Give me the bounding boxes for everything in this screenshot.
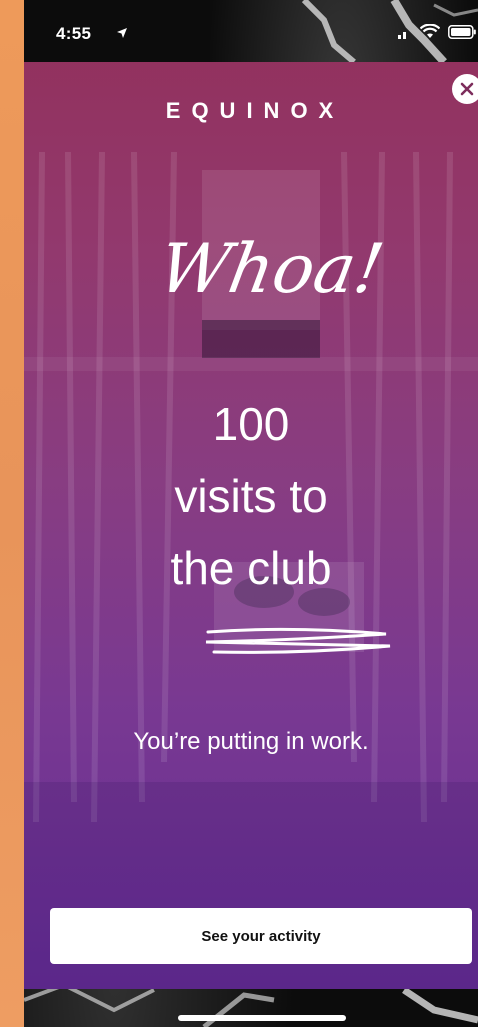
location-arrow-icon bbox=[117, 28, 127, 38]
see-activity-button[interactable]: See your activity bbox=[50, 908, 472, 964]
achievement-modal: EQUINOX Whoa! 100 visits to the club You… bbox=[24, 62, 478, 989]
status-time: 4:55 bbox=[56, 24, 92, 43]
left-edge-strip bbox=[0, 0, 24, 1027]
battery-icon bbox=[448, 25, 476, 39]
status-bar: 4:55 bbox=[24, 0, 478, 62]
headline-line-2: visits to bbox=[174, 470, 328, 522]
milestone-headline: 100 visits to the club bbox=[24, 388, 478, 604]
underline-squiggle bbox=[205, 627, 391, 654]
headline-line-1: 100 bbox=[212, 398, 290, 450]
signal-icon bbox=[398, 32, 406, 39]
close-button[interactable] bbox=[452, 74, 478, 104]
encouragement-text: You’re putting in work. bbox=[133, 728, 369, 755]
close-icon bbox=[460, 82, 474, 96]
brand-logo: EQUINOX bbox=[165, 98, 345, 123]
headline-line-3: the club bbox=[170, 542, 332, 594]
whoa-script-text: Whoa! bbox=[164, 229, 389, 308]
wifi-icon bbox=[420, 24, 440, 38]
whoa-script-heading: Whoa! bbox=[164, 229, 389, 308]
home-indicator[interactable] bbox=[178, 1015, 346, 1021]
